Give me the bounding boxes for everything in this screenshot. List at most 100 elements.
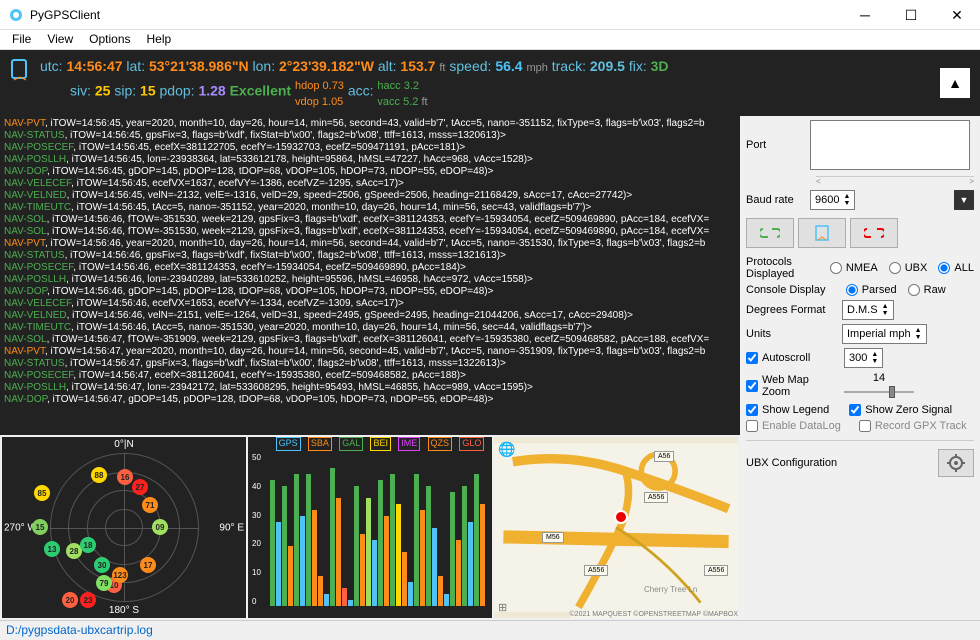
close-button[interactable]: ✕ [934,0,980,30]
map-panel[interactable]: A56 A556 M56 A556 A556 Cherry Tree Ln 🌐 … [494,437,738,618]
zoom-slider[interactable] [844,384,914,400]
alt-unit: ft [439,62,445,74]
signal-bar [408,582,413,606]
statusbar: D:/pygpsdata-ubxcartrip.log [0,620,980,640]
satellite-dot: 88 [91,467,107,483]
signal-bar [294,474,299,606]
signal-bar [462,486,467,606]
menu-file[interactable]: File [4,30,39,49]
baud-label: Baud rate [746,194,806,206]
signal-bar [480,504,485,606]
datalog-checkbox[interactable] [746,420,758,432]
satellite-dot: 123 [112,567,128,583]
console-output[interactable]: NAV-PVT, iTOW=14:56:45, year=2020, month… [0,116,740,435]
showzero-checkbox[interactable] [849,404,861,416]
port-listbox[interactable] [810,120,970,170]
signal-bar [306,474,311,606]
gpx-checkbox[interactable] [859,420,871,432]
settings-expand-icon[interactable]: ▼ [954,190,974,210]
map-attribution: ©2021 MAPQUEST ©OPENSTREETMAP ©MAPBOX [570,611,738,618]
console-raw-radio[interactable] [908,284,920,296]
signal-bar [390,474,395,606]
console-line: NAV-PVT, iTOW=14:56:45, year=2020, month… [4,118,736,130]
signal-bar [414,474,419,606]
banner-icon [10,58,30,91]
console-line: NAV-SOL, iTOW=14:56:46, fTOW=-351530, we… [4,226,736,238]
alt-label: alt: [378,58,397,74]
signal-bar [420,510,425,606]
disconnect-button[interactable] [850,218,898,248]
signal-bar [432,528,437,606]
console-line: NAV-POSLLH, iTOW=14:56:46, lon=-23940289… [4,274,736,286]
signal-bar [456,540,461,606]
vdop-label: vdop 1.05 [295,96,343,108]
hdop-label: hdop 0.73 [295,80,344,92]
autoscroll-spinner[interactable]: 300▲▼ [844,348,883,368]
console-line: NAV-POSECEF, iTOW=14:56:46, ecefX=381124… [4,262,736,274]
console-line: NAV-TIMEUTC, iTOW=14:56:46, tAcc=5, nano… [4,322,736,334]
console-line: NAV-VELECEF, iTOW=14:56:45, ecefVX=1637,… [4,178,736,190]
units-spinner[interactable]: Imperial mph▲▼ [842,324,927,344]
siv-value: 25 [95,83,111,99]
legend-item: BEI [370,437,391,451]
road-label: A556 [584,565,608,576]
vacc: vacc 5.2 ft [377,96,427,108]
autoscroll-label: Autoscroll [762,352,840,364]
console-line: NAV-STATUS, iTOW=14:56:45, gpsFix=3, fla… [4,130,736,142]
expand-button[interactable]: ▲ [940,68,970,98]
signal-panel: GPSSBAGALBEIIMEQZSGLO 01020304050 [248,437,492,618]
console-line: NAV-POSLLH, iTOW=14:56:47, lon=-23942172… [4,382,736,394]
pdop-value: 1.28 [198,83,225,99]
legend-item: GAL [339,437,363,451]
skyplot-panel: 0°|N 90° E 180° S 270° W 881685277115091… [2,437,246,618]
acc-label: acc: [348,83,374,99]
open-file-button[interactable] [798,218,846,248]
minimize-button[interactable]: ─ [842,0,888,30]
signal-bar [474,474,479,606]
legend-item: QZS [428,437,453,451]
signal-bar [300,516,305,606]
satellite-dot: 85 [34,485,50,501]
ubx-config-button[interactable] [938,449,974,477]
map-pin-icon [614,510,628,524]
maximize-button[interactable]: ☐ [888,0,934,30]
console-line: NAV-DOP, iTOW=14:56:46, gDOP=145, pDOP=1… [4,286,736,298]
signal-bar [276,522,281,606]
info-banner: utc: 14:56:47 lat: 53°21'38.986"N lon: 2… [0,50,980,116]
utc-label: utc: [40,58,63,74]
map-layers-icon[interactable]: ⊞ [498,601,507,614]
track-label: track: [552,58,586,74]
fix-value: 3D [651,58,669,74]
legend-item: GPS [276,437,301,451]
connect-button[interactable] [746,218,794,248]
signal-bar [342,588,347,606]
pdop-label: pdop: [160,83,195,99]
globe-icon: 🌐 [498,441,515,458]
console-line: NAV-POSECEF, iTOW=14:56:47, ecefX=381126… [4,370,736,382]
road-label: A556 [704,565,728,576]
signal-bar [438,576,443,606]
lat-label: lat: [126,58,145,74]
menu-help[interactable]: Help [139,30,180,49]
autoscroll-checkbox[interactable] [746,352,758,364]
protocol-all-radio[interactable] [938,262,950,274]
console-line: NAV-SOL, iTOW=14:56:47, fTOW=-351909, we… [4,334,736,346]
protocol-nmea-radio[interactable] [830,262,842,274]
legend-item: GLO [459,437,484,451]
ubxconfig-label: UBX Configuration [746,457,837,469]
fix-label: fix: [629,58,647,74]
menu-options[interactable]: Options [81,30,138,49]
showlegend-checkbox[interactable] [746,404,758,416]
titlebar: PyGPSClient ─ ☐ ✕ [0,0,980,30]
console-parsed-radio[interactable] [846,284,858,296]
console-line: NAV-VELECEF, iTOW=14:56:46, ecefVX=1653,… [4,298,736,310]
menu-view[interactable]: View [39,30,81,49]
protocol-ubx-radio[interactable] [889,262,901,274]
signal-bar [354,486,359,606]
degrees-spinner[interactable]: D.M.S▲▼ [842,300,894,320]
baud-spinner[interactable]: 9600▲▼ [810,190,855,210]
map-svg [494,437,738,618]
console-line: NAV-TIMEUTC, iTOW=14:56:45, tAcc=5, nano… [4,202,736,214]
webmap-checkbox[interactable] [746,380,758,392]
satellite-dot: 30 [94,557,110,573]
